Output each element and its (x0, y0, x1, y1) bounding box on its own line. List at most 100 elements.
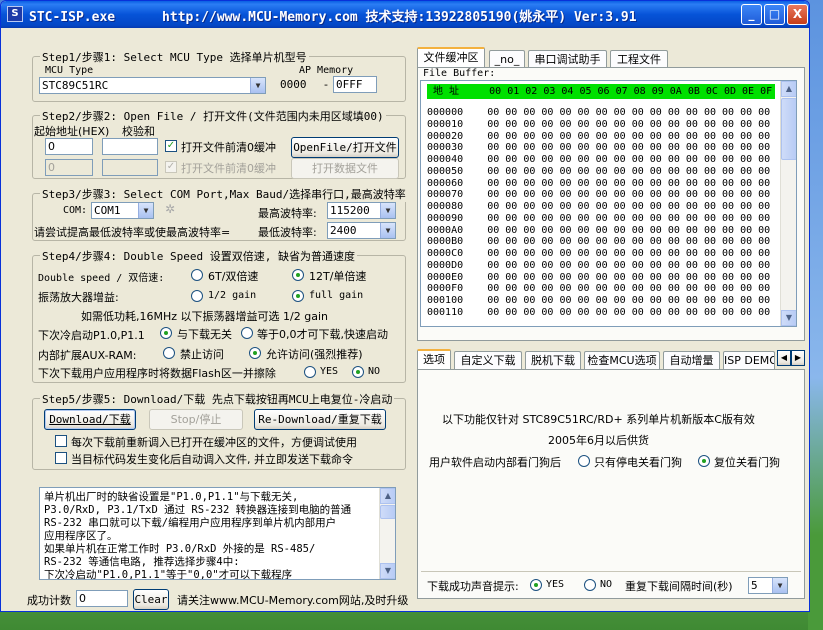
radio-watchdog-reset[interactable] (698, 455, 710, 467)
radio-beep-yes[interactable] (530, 579, 542, 591)
scroll-down-icon[interactable]: ▼ (380, 563, 395, 579)
hex-row-values: 00 00 00 00 00 00 00 00 00 00 00 00 00 0… (487, 177, 771, 189)
open-file-button[interactable]: OpenFile/打开文件 (291, 137, 399, 158)
osc-gain-label: 振荡放大器增益: (38, 291, 119, 304)
radio-6t[interactable] (191, 269, 203, 281)
radio-aux-off[interactable] (163, 347, 175, 359)
hex-row-values: 00 00 00 00 00 00 00 00 00 00 00 00 00 0… (487, 212, 771, 224)
tab-check-mcu[interactable]: 检查MCU选项 (584, 351, 660, 370)
memo-scrollbar[interactable]: ▲ ▼ (379, 488, 395, 579)
radio-12t[interactable] (292, 269, 304, 281)
redownload-button[interactable]: Re-Download/重复下载 (254, 409, 386, 430)
hex-row-address: 0000F0 (427, 283, 464, 295)
hex-row-values: 00 00 00 00 00 00 00 00 00 00 00 00 00 0… (487, 248, 771, 259)
info-memo[interactable]: 单片机出厂时的缺省设置是"P1.0,P1.1"与下载无关, P3.0/RxD, … (39, 487, 396, 580)
clear-buffer-checkbox[interactable]: ✓ (165, 140, 177, 152)
hex-row: 000080 00 00 00 00 00 00 00 00 00 00 00 … (427, 201, 770, 212)
data-start-address-input[interactable]: 0 (45, 159, 93, 176)
radio-watchdog-power-off-label: 只有停电关看门狗 (594, 456, 682, 469)
mcu-type-select[interactable]: STC89C51RC ▼ (39, 77, 266, 94)
hex-row: 000000 00 00 00 00 00 00 00 00 00 00 00 … (427, 107, 770, 118)
hex-row: 000060 00 00 00 00 00 00 00 00 00 00 00 … (427, 178, 770, 189)
scroll-thumb[interactable] (380, 505, 395, 519)
close-button[interactable]: X (787, 4, 808, 25)
chevron-down-icon: ▼ (250, 78, 265, 93)
tab-file-buffer[interactable]: 文件缓冲区 (417, 47, 485, 68)
hex-row-values: 00 00 00 00 00 00 00 00 00 00 00 00 00 0… (487, 201, 771, 212)
minimize-button[interactable]: _ (741, 4, 762, 25)
hex-scrollbar[interactable]: ▲ ▼ (780, 81, 796, 326)
maximize-button[interactable]: □ (764, 4, 785, 25)
beep-label: 下载成功声音提示: (427, 580, 519, 593)
stop-button[interactable]: Stop/停止 (149, 409, 243, 430)
hex-row: 000020 00 00 00 00 00 00 00 00 00 00 00 … (427, 131, 770, 142)
download-button[interactable]: Download/下载 (44, 409, 136, 430)
hex-buffer-view[interactable]: 地 址 00 01 02 03 04 05 06 07 08 09 0A 0B … (420, 80, 797, 327)
scroll-up-icon[interactable]: ▲ (380, 488, 395, 504)
min-baud-select[interactable]: 2400 ▼ (327, 222, 396, 239)
hex-row-values: 00 00 00 00 00 00 00 00 00 00 00 00 00 0… (487, 236, 771, 248)
com-port-select[interactable]: COM1 ▼ (91, 202, 154, 219)
max-baud-value: 115200 (330, 204, 370, 217)
ap-end-value: 0FFF (333, 76, 377, 93)
open-data-file-button[interactable]: 打开数据文件 (291, 158, 399, 179)
start-address-label: 起始地址(HEX) (34, 125, 110, 138)
hex-row: 0000E0 00 00 00 00 00 00 00 00 00 00 00 … (427, 272, 770, 283)
double-speed-label: Double speed / 双倍速: (38, 273, 165, 284)
hex-row-address: 000110 (427, 306, 464, 318)
hex-row-address: 0000A0 (427, 224, 464, 236)
clear-data-buffer-checkbox[interactable]: ✓ (165, 161, 177, 173)
max-baud-select[interactable]: 115200 ▼ (327, 202, 396, 219)
tab-scroll-right-icon[interactable]: ▶ (791, 350, 805, 366)
radio-erase-yes[interactable] (304, 366, 316, 378)
scroll-down-icon[interactable]: ▼ (781, 310, 796, 326)
tab-isp-demo[interactable]: ISP DEMO (723, 351, 775, 370)
hex-row: 000010 00 00 00 00 00 00 00 00 00 00 00 … (427, 119, 770, 130)
interval-select[interactable]: 5 ▼ (748, 577, 788, 594)
hex-row-address: 000020 (427, 130, 464, 142)
tab-options[interactable]: 选项 (417, 349, 451, 370)
reload-before-download-label: 每次下载前重新调入已打开在缓冲区的文件，方便调试使用 (71, 436, 357, 449)
radio-p10-zero[interactable] (241, 327, 253, 339)
chevron-down-icon: ▼ (380, 203, 395, 218)
window-title: STC-ISP.exe http://www.MCU-Memory.com 技术… (29, 10, 637, 25)
ap-memory-label: AP Memory (299, 65, 354, 76)
options-notice-line2: 2005年6月以后供货 (548, 434, 649, 447)
radio-full-gain-label: full gain (309, 290, 364, 301)
data-checksum-field (102, 159, 158, 176)
min-baud-value: 2400 (330, 224, 357, 237)
step5-title: Step5/步骤5: Download/下载 先点下载按钮再MCU上电复位-冷启… (40, 391, 395, 407)
scroll-up-icon[interactable]: ▲ (781, 81, 796, 97)
tab-auto-increment[interactable]: 自动增量 (663, 351, 720, 370)
radio-aux-on[interactable] (249, 347, 261, 359)
memo-line: 下次冷启动"P1.0,P1.1"等于"0,0"才可以下载程序 (44, 569, 293, 580)
hex-row-values: 00 00 00 00 00 00 00 00 00 00 00 00 00 0… (487, 130, 771, 142)
scroll-thumb[interactable] (781, 98, 796, 160)
hex-row: 000040 00 00 00 00 00 00 00 00 00 00 00 … (427, 154, 770, 165)
radio-beep-no[interactable] (584, 579, 596, 591)
tab-offline-download[interactable]: 脱机下载 (525, 351, 581, 370)
interval-value: 5 (751, 579, 758, 592)
auto-reload-checkbox[interactable] (55, 452, 67, 464)
tab-custom-download[interactable]: 自定义下载 (454, 351, 522, 370)
chevron-down-icon: ▼ (772, 578, 787, 593)
hex-row-address: 000030 (427, 142, 464, 154)
reload-before-download-checkbox[interactable] (55, 435, 67, 447)
title-bar[interactable]: S STC-ISP.exe http://www.MCU-Memory.com … (1, 1, 809, 28)
clear-buffer-label: 打开文件前清0缓冲 (181, 141, 276, 154)
clear-data-buffer-label: 打开文件前清0缓冲 (181, 162, 276, 175)
options-divider (421, 571, 801, 572)
hex-row-values: 00 00 00 00 00 00 00 00 00 00 00 00 00 0… (487, 107, 771, 118)
radio-half-gain[interactable] (191, 290, 203, 302)
radio-watchdog-power-off[interactable] (578, 455, 590, 467)
hex-row-values: 00 00 00 00 00 00 00 00 00 00 00 00 00 0… (487, 154, 771, 165)
radio-erase-no[interactable] (352, 366, 364, 378)
start-address-input[interactable]: 0 (45, 138, 93, 155)
clear-button[interactable]: Clear (133, 589, 169, 610)
hex-row-address: 000060 (427, 177, 464, 189)
tab-scroll-left-icon[interactable]: ◀ (777, 350, 791, 366)
radio-p10-free[interactable] (160, 327, 172, 339)
success-count-label: 成功计数 (27, 594, 71, 607)
hex-row-values: 00 00 00 00 00 00 00 00 00 00 00 00 00 0… (487, 295, 771, 306)
radio-full-gain[interactable] (292, 290, 304, 302)
